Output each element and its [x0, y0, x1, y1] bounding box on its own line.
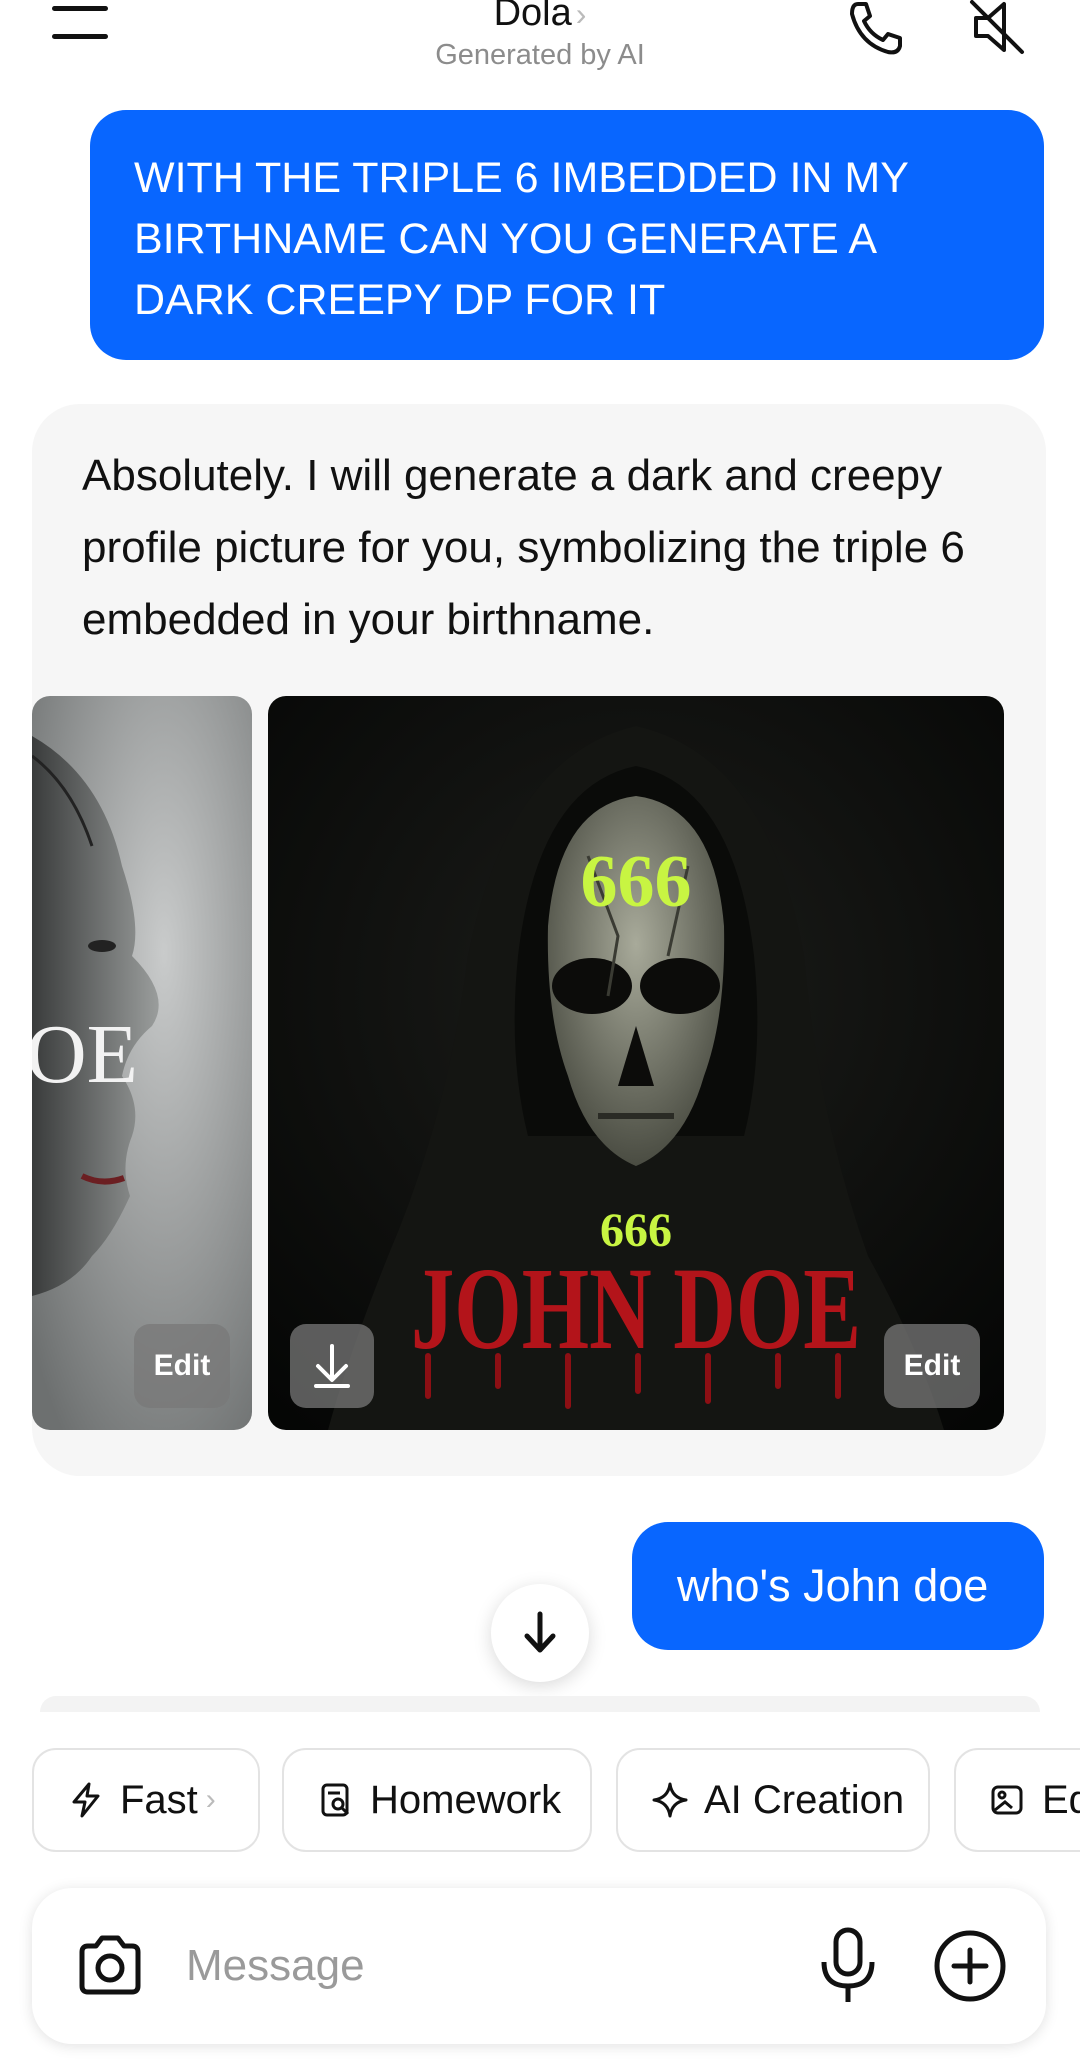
chip-image-edit[interactable]: Ed — [954, 1748, 1080, 1852]
header: Dola › Generated by AI — [0, 0, 1080, 90]
ai-response-text: Absolutely. I will generate a dark and c… — [82, 451, 965, 644]
phone-call-icon[interactable] — [846, 0, 906, 56]
generated-image-2[interactable]: 666 666 JOHN DOE Edit — [268, 696, 1004, 1430]
chevron-right-icon: › — [205, 1783, 216, 1816]
edit-button[interactable]: Edit — [134, 1324, 230, 1408]
plus-circle-icon[interactable] — [932, 1928, 1008, 2004]
skull-profile-image: OE — [32, 696, 252, 1430]
message-input[interactable] — [186, 1928, 806, 2004]
image-edit-icon — [991, 1785, 1023, 1815]
chat-title-text: Dola — [493, 0, 572, 34]
camera-icon[interactable] — [76, 1932, 144, 2000]
chip-label: Homework — [370, 1777, 562, 1822]
user-message-bubble[interactable]: who's John doe — [632, 1522, 1044, 1650]
message-composer — [32, 1888, 1046, 2044]
chip-label: Fast — [120, 1777, 198, 1822]
scroll-to-bottom-button[interactable] — [491, 1584, 589, 1682]
mute-icon[interactable] — [968, 0, 1028, 56]
download-icon — [314, 1344, 350, 1388]
chat-title-block[interactable]: Dola › Generated by AI — [340, 0, 740, 72]
user-message-text: who's John doe — [677, 1560, 989, 1611]
chat-subtitle: Generated by AI — [435, 39, 645, 71]
hooded-skull-image: 666 666 JOHN DOE — [268, 696, 1004, 1430]
sparkle-icon — [652, 1782, 688, 1818]
chip-label: Ed — [1042, 1777, 1080, 1822]
download-button[interactable] — [290, 1324, 374, 1408]
chat-title[interactable]: Dola › — [340, 0, 740, 35]
user-message-text: WITH THE TRIPLE 6 IMBEDDED IN MY BIRTHNA… — [134, 154, 909, 324]
bolt-icon — [72, 1782, 100, 1818]
partial-name-text: OE — [32, 1008, 138, 1101]
arrow-down-icon — [524, 1611, 556, 1653]
number-666-forehead: 666 — [581, 841, 692, 923]
menu-icon[interactable] — [52, 0, 110, 46]
chip-ai-creation[interactable]: AI Creation — [616, 1748, 930, 1852]
edit-button[interactable]: Edit — [884, 1324, 980, 1408]
user-message-bubble[interactable]: WITH THE TRIPLE 6 IMBEDDED IN MY BIRTHNA… — [90, 110, 1044, 360]
homework-icon — [321, 1783, 350, 1817]
chip-label: AI Creation — [704, 1777, 905, 1822]
microphone-icon[interactable] — [816, 1926, 880, 2006]
ai-response-card: Absolutely. I will generate a dark and c… — [32, 404, 1046, 1476]
next-message-edge — [40, 1696, 1040, 1712]
generated-image-1[interactable]: OE Edit — [32, 696, 252, 1430]
chip-homework[interactable]: Homework — [282, 1748, 592, 1852]
chip-fast[interactable]: Fast › — [32, 1748, 260, 1852]
quick-action-chips: Fast › Homework AI Creation Ed — [0, 1748, 1080, 1854]
chevron-right-icon: › — [575, 0, 587, 32]
